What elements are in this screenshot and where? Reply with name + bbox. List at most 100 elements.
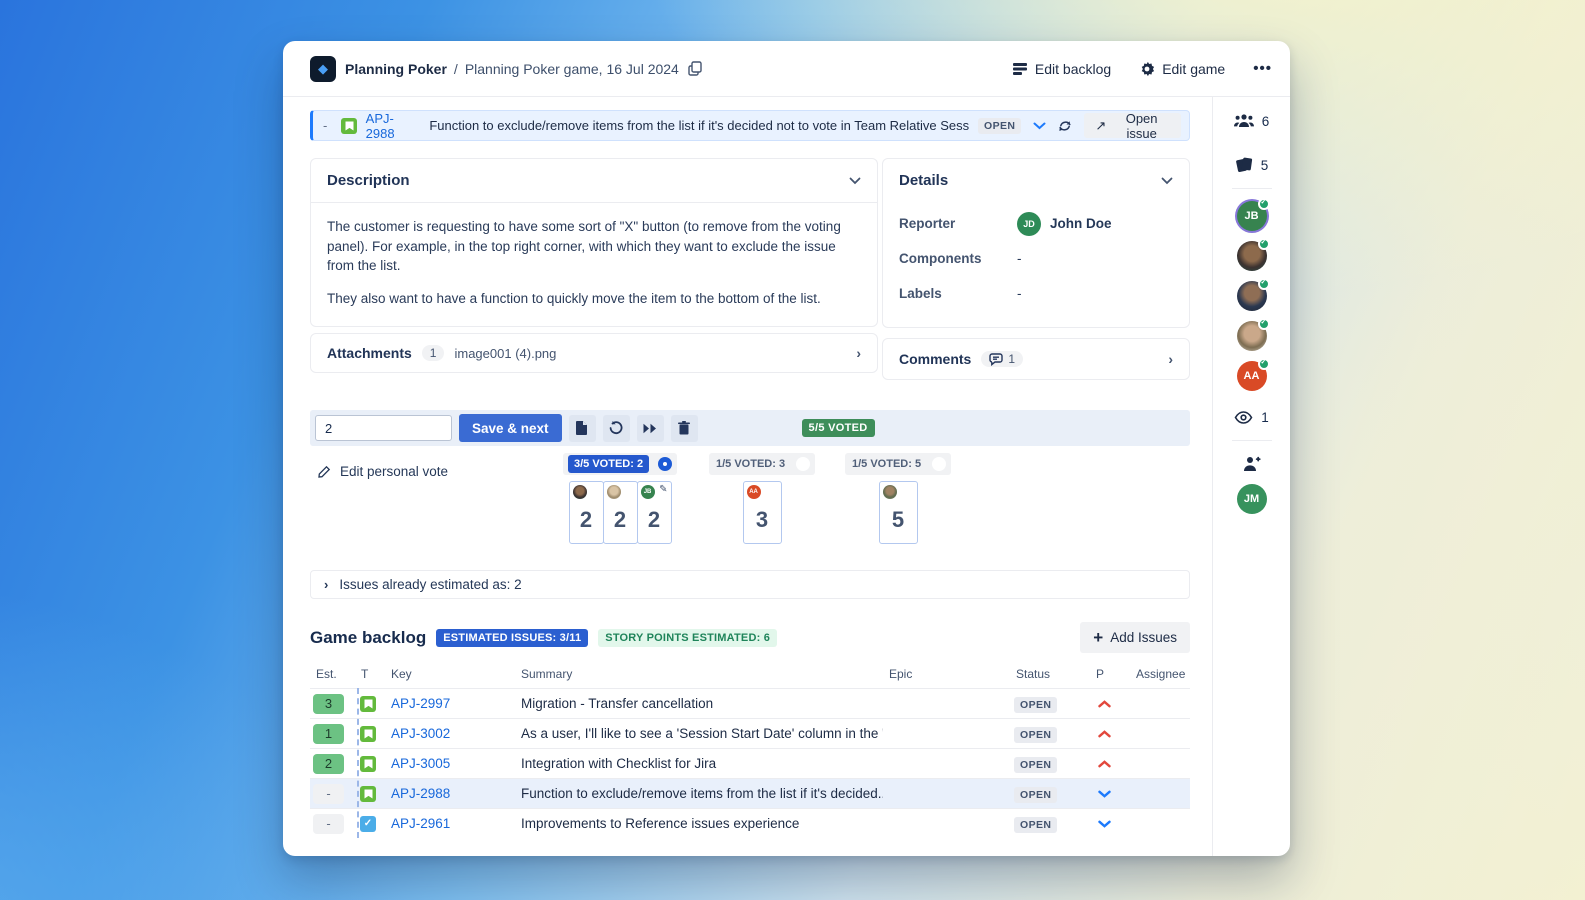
table-row[interactable]: 2 APJ-3005 Integration with Checklist fo… <box>310 748 1190 778</box>
vote-group-3-radio[interactable] <box>796 457 810 471</box>
decks-count[interactable]: 5 <box>1235 153 1269 177</box>
comments-title: Comments <box>899 351 971 367</box>
vote-input[interactable] <box>315 415 452 441</box>
vote-group-5-radio[interactable] <box>932 457 946 471</box>
refresh-icon[interactable] <box>1058 119 1072 133</box>
delete-votes-button[interactable] <box>671 415 698 442</box>
reporter-name: John Doe <box>1050 216 1112 231</box>
col-key: Key <box>385 667 515 681</box>
comments-card[interactable]: Comments 1 › <box>882 338 1190 380</box>
issues-estimated-panel[interactable]: › Issues already estimated as: 2 <box>310 570 1190 599</box>
status-badge: OPEN <box>978 118 1021 134</box>
vote-value: 5 <box>892 507 904 533</box>
gear-icon <box>1139 61 1155 77</box>
labels-label: Labels <box>899 286 1017 301</box>
detail-row-components: Components - <box>899 241 1173 276</box>
issue-key-link[interactable]: APJ-2997 <box>385 696 450 711</box>
document-icon <box>576 421 588 435</box>
watchers-count[interactable]: 1 <box>1234 405 1269 429</box>
invite-player-button[interactable] <box>1243 456 1261 472</box>
vote-group-3-badge: 1/5 VOTED: 3 <box>714 458 787 470</box>
vote-group-2-selector[interactable]: 3/5 VOTED: 2 <box>563 453 677 475</box>
participant-avatar[interactable] <box>1237 281 1267 311</box>
edit-personal-vote-link[interactable]: Edit personal vote <box>318 464 448 479</box>
col-epic: Epic <box>883 667 1010 681</box>
status-dropdown-icon[interactable] <box>1033 122 1046 130</box>
undo-icon <box>609 421 623 435</box>
table-row[interactable]: 3 APJ-2997 Migration - Transfer cancella… <box>310 688 1190 718</box>
voted-summary-badge: 5/5 VOTED <box>802 419 875 437</box>
comments-count: 1 <box>1008 352 1015 366</box>
story-type-icon <box>360 786 376 802</box>
table-row-current[interactable]: - APJ-2988 Function to exclude/remove it… <box>310 778 1190 808</box>
pencil-icon: ✎ <box>659 484 667 495</box>
priority-low-icon <box>1098 820 1111 828</box>
estimate-badge: 1 <box>313 724 344 744</box>
issue-key-link[interactable]: APJ-2988 <box>366 111 421 141</box>
estimate-badge: - <box>313 814 344 834</box>
vote-group-3-selector[interactable]: 1/5 VOTED: 3 <box>709 453 815 475</box>
save-next-button[interactable]: Save & next <box>459 414 562 442</box>
app-name: Planning Poker <box>345 61 447 77</box>
task-type-icon: ✓ <box>360 816 376 832</box>
edit-game-button[interactable]: Edit game <box>1139 61 1225 77</box>
components-label: Components <box>899 251 1017 266</box>
participant-avatar[interactable]: AA <box>1237 361 1267 391</box>
vote-value: 3 <box>756 507 768 533</box>
description-paragraph: The customer is requesting to have some … <box>327 217 861 276</box>
restart-voting-button[interactable] <box>603 415 630 442</box>
voted-check-icon <box>1258 358 1270 370</box>
collapse-control[interactable]: - <box>323 118 327 133</box>
participant-avatar[interactable]: JB <box>1237 201 1267 231</box>
chevron-down-icon <box>849 177 861 185</box>
vote-group-3-cards: AA 3 <box>743 481 782 544</box>
right-column: Details Reporter JD John Doe <box>882 158 1190 380</box>
open-issue-button[interactable]: ↗ Open issue <box>1084 113 1181 138</box>
skip-issue-button[interactable] <box>637 415 664 442</box>
description-header[interactable]: Description <box>311 159 877 202</box>
column-drag-guide <box>357 688 359 838</box>
participants-count[interactable]: 6 <box>1234 109 1270 133</box>
participant-avatar[interactable] <box>1237 241 1267 271</box>
issue-key-link[interactable]: APJ-2961 <box>385 816 450 831</box>
voting-toolbar: Save & next 5/5 VOTED <box>310 410 1190 446</box>
more-menu-button[interactable]: ••• <box>1253 60 1272 77</box>
copy-link-icon[interactable] <box>688 61 702 76</box>
external-link-icon: ↗ <box>1095 118 1106 134</box>
table-row[interactable]: 1 APJ-3002 As a user, I'll like to see a… <box>310 718 1190 748</box>
backlog-header: Game backlog ESTIMATED ISSUES: 3/11 STOR… <box>310 622 1190 653</box>
left-column: Description The customer is requesting t… <box>310 158 878 373</box>
participants-count-value: 6 <box>1262 114 1270 129</box>
issue-key-link[interactable]: APJ-2988 <box>385 786 450 801</box>
add-issues-button[interactable]: + Add Issues <box>1080 622 1190 653</box>
vote-group-5-badge: 1/5 VOTED: 5 <box>850 458 923 470</box>
issue-key-link[interactable]: APJ-3002 <box>385 726 450 741</box>
attachments-title: Attachments <box>327 345 412 361</box>
priority-high-icon <box>1098 700 1111 708</box>
header-actions: Edit backlog Edit game ••• <box>1012 60 1272 77</box>
vote-value: 2 <box>614 507 626 533</box>
edit-backlog-button[interactable]: Edit backlog <box>1012 61 1111 77</box>
attachments-card[interactable]: Attachments 1 image001 (4).png › <box>310 333 878 373</box>
priority-high-icon <box>1098 760 1111 768</box>
col-type: T <box>355 667 385 681</box>
window-header: ◆ Planning Poker / Planning Poker game, … <box>283 41 1290 97</box>
vote-group-5-selector[interactable]: 1/5 VOTED: 5 <box>845 453 951 475</box>
eye-icon <box>1234 411 1253 424</box>
sidebar-divider <box>1232 188 1272 189</box>
description-title: Description <box>327 172 410 189</box>
personal-vote-card[interactable]: JB ✎ 2 <box>637 481 672 544</box>
details-header[interactable]: Details <box>883 159 1189 202</box>
table-row[interactable]: - ✓ APJ-2961 Improvements to Reference i… <box>310 808 1190 838</box>
story-type-icon <box>360 726 376 742</box>
issue-key-link[interactable]: APJ-3005 <box>385 756 450 771</box>
current-issue-banner: - APJ-2988 Function to exclude/remove it… <box>310 110 1190 141</box>
observer-avatar[interactable]: JM <box>1237 484 1267 514</box>
story-type-icon <box>360 696 376 712</box>
col-priority: P <box>1090 667 1130 681</box>
participant-avatar[interactable] <box>1237 321 1267 351</box>
col-summary: Summary <box>515 667 883 681</box>
vote-group-2-radio[interactable] <box>658 457 672 471</box>
votes-section: Edit personal vote 3/5 VOTED: 2 2 2 <box>310 452 1190 556</box>
issue-details-button[interactable] <box>569 415 596 442</box>
